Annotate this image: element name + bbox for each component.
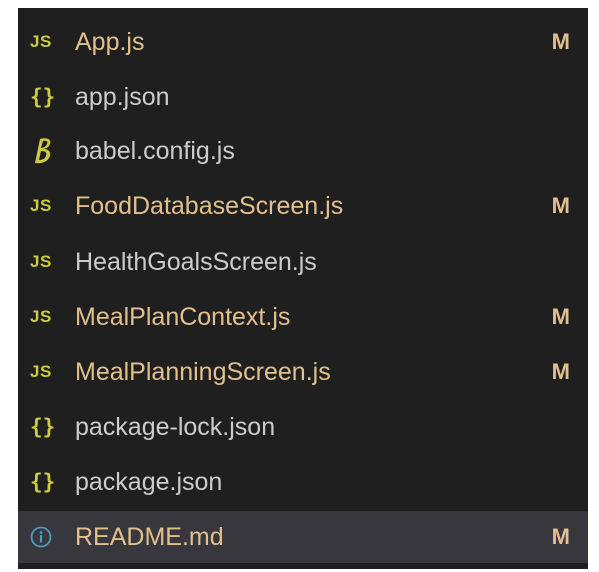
json-file-icon: {} — [30, 470, 56, 494]
js-file-icon: JS — [30, 196, 52, 215]
git-status-badge: M — [551, 29, 570, 54]
js-file-icon: JS — [30, 307, 52, 326]
git-status-badge: M — [551, 524, 570, 549]
file-row-readme-md[interactable]: README.md M — [18, 511, 588, 563]
js-file-icon: JS — [30, 252, 52, 271]
file-row-package-lock-json[interactable]: {} package-lock.json — [18, 401, 588, 453]
info-icon — [30, 511, 76, 563]
file-row-mealplancontext-js[interactable]: JS MealPlanContext.js M — [18, 291, 588, 343]
json-file-icon: {} — [30, 85, 56, 109]
file-name: HealthGoalsScreen.js — [75, 248, 317, 276]
file-name: README.md — [75, 523, 224, 551]
file-name: package-lock.json — [75, 413, 276, 441]
file-row-app-json[interactable]: {} app.json — [18, 71, 588, 123]
file-name: App.js — [75, 28, 145, 56]
file-name: babel.config.js — [75, 137, 235, 165]
file-row-healthgoalsscreen-js[interactable]: JS HealthGoalsScreen.js — [18, 236, 588, 288]
file-name: MealPlanningScreen.js — [75, 358, 331, 386]
file-row-babel-config-js[interactable]: babel.config.js — [18, 125, 588, 177]
file-name: app.json — [75, 83, 170, 111]
git-status-badge: M — [551, 359, 570, 384]
json-file-icon: {} — [30, 415, 56, 439]
babel-file-icon — [30, 125, 76, 177]
file-name: package.json — [75, 468, 223, 496]
git-status-badge: M — [551, 193, 570, 218]
file-name: FoodDatabaseScreen.js — [75, 192, 344, 220]
file-row-mealplanningscreen-js[interactable]: JS MealPlanningScreen.js M — [18, 346, 588, 398]
file-explorer: JS App.js M {} app.json babel.config.js … — [18, 8, 588, 569]
git-status-badge: M — [551, 304, 570, 329]
file-row-fooddatabasescreen-js[interactable]: JS FoodDatabaseScreen.js M — [18, 180, 588, 232]
file-row-package-json[interactable]: {} package.json — [18, 456, 588, 508]
js-file-icon: JS — [30, 32, 52, 51]
js-file-icon: JS — [30, 362, 52, 381]
file-row-app-js[interactable]: JS App.js M — [18, 16, 588, 68]
file-name: MealPlanContext.js — [75, 303, 291, 331]
